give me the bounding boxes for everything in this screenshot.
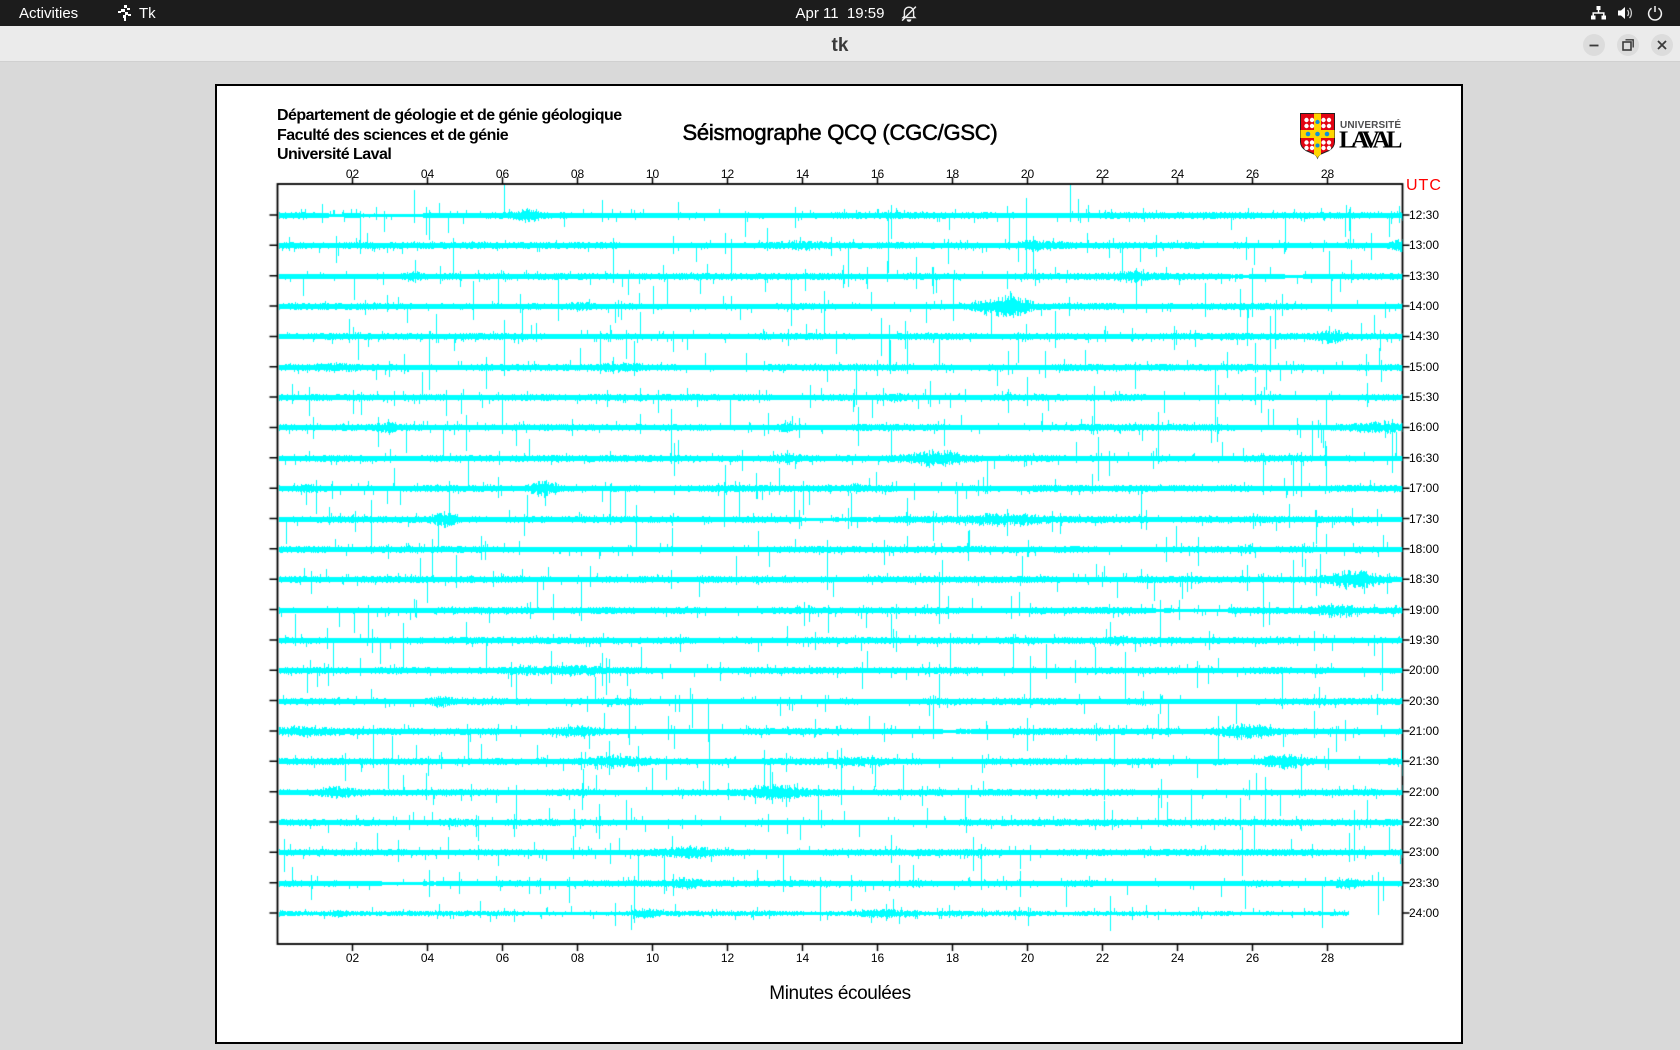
svg-text:LAVAL: LAVAL (1339, 127, 1403, 154)
